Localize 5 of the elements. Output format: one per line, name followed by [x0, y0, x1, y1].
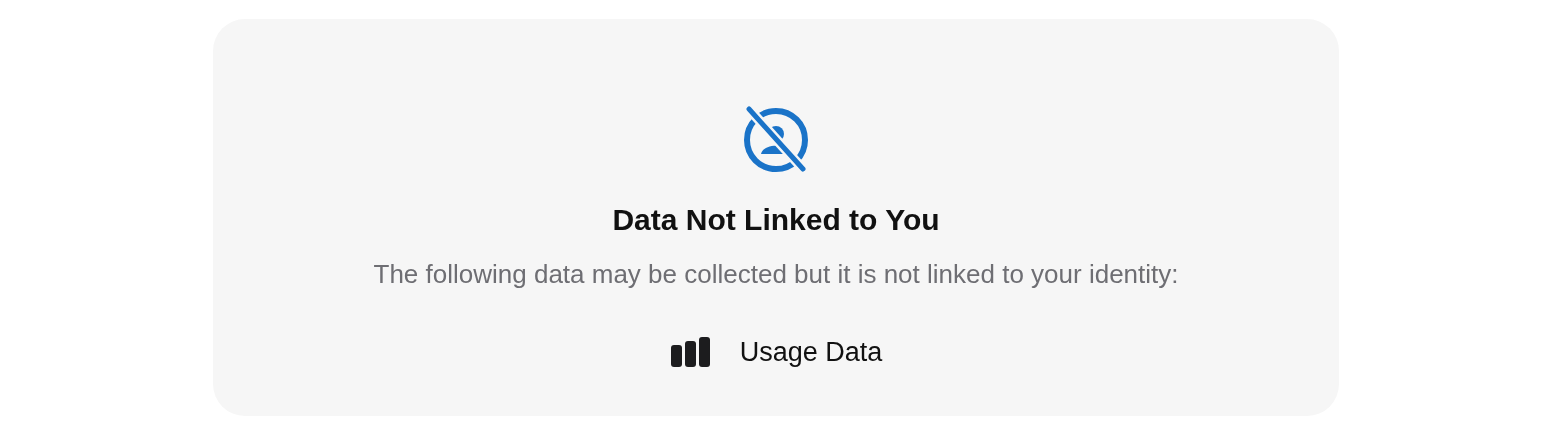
bar-chart-icon [669, 336, 712, 368]
person-crossed-out-icon [741, 105, 811, 175]
section-description: The following data may be collected but it is not linked to your identity: [373, 258, 1179, 291]
data-type-label: Usage Data [739, 336, 883, 369]
section-title: Data Not Linked to You [612, 202, 940, 238]
